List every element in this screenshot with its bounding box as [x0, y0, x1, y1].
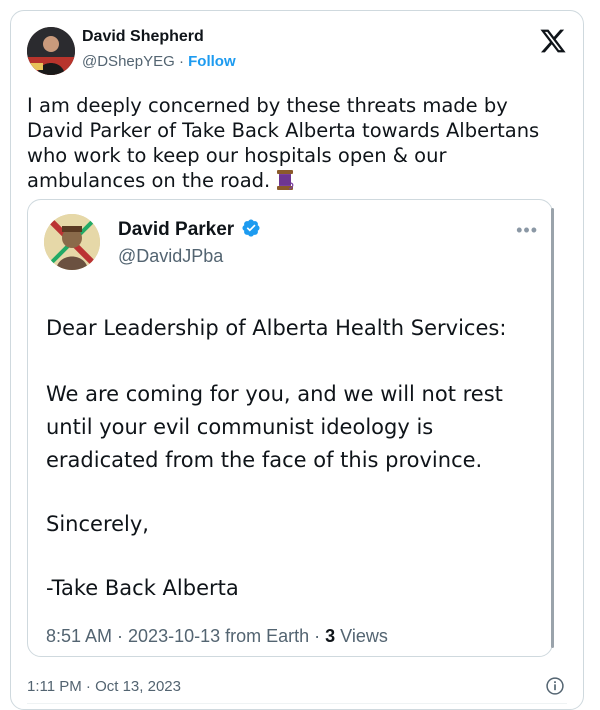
author-handle[interactable]: @DShepYEG: [82, 53, 175, 70]
quoted-salutation: Dear Leadership of Alberta Health Servic…: [46, 316, 507, 340]
quoted-author-avatar[interactable]: [44, 214, 100, 270]
verified-badge-icon: [242, 219, 261, 237]
quoted-author-name-text: David Parker: [118, 219, 235, 240]
views-label: Views: [335, 626, 388, 646]
quoted-timestamp[interactable]: 8:51 AM · 2023-10-13 from Earth ·: [46, 626, 325, 646]
quoted-signature: -Take Back Alberta: [46, 576, 239, 600]
spool-of-thread-icon: [277, 170, 294, 190]
separator-dot: ·: [178, 53, 184, 70]
quoted-closing: Sincerely,: [46, 512, 149, 536]
views-count: 3: [325, 626, 336, 646]
author-avatar[interactable]: [27, 27, 75, 75]
author-handle-line: @DShepYEG · Follow: [82, 53, 236, 70]
tweet-card: David Shepherd @DShepYEG · Follow I am d…: [10, 10, 584, 710]
quoted-author-handle[interactable]: @DavidJPba: [118, 246, 223, 267]
quoted-tweet[interactable]: David Parker @DavidJPba ••• Dear Leaders…: [27, 199, 554, 657]
quoted-author-name[interactable]: David Parker: [118, 218, 261, 241]
quoted-meta: 8:51 AM · 2023-10-13 from Earth · 3 View…: [46, 626, 388, 647]
scrollbar[interactable]: [551, 208, 554, 648]
info-icon[interactable]: [545, 676, 565, 696]
follow-button[interactable]: Follow: [188, 53, 236, 70]
x-logo-icon[interactable]: [539, 27, 567, 55]
quoted-body: We are coming for you, and we will not r…: [46, 382, 503, 472]
author-name[interactable]: David Shepherd: [82, 28, 204, 46]
tweet-timestamp[interactable]: 1:11 PM · Oct 13, 2023: [27, 678, 181, 695]
more-options-icon[interactable]: •••: [516, 220, 538, 241]
tweet-text: I am deeply concerned by these threats m…: [27, 93, 567, 193]
